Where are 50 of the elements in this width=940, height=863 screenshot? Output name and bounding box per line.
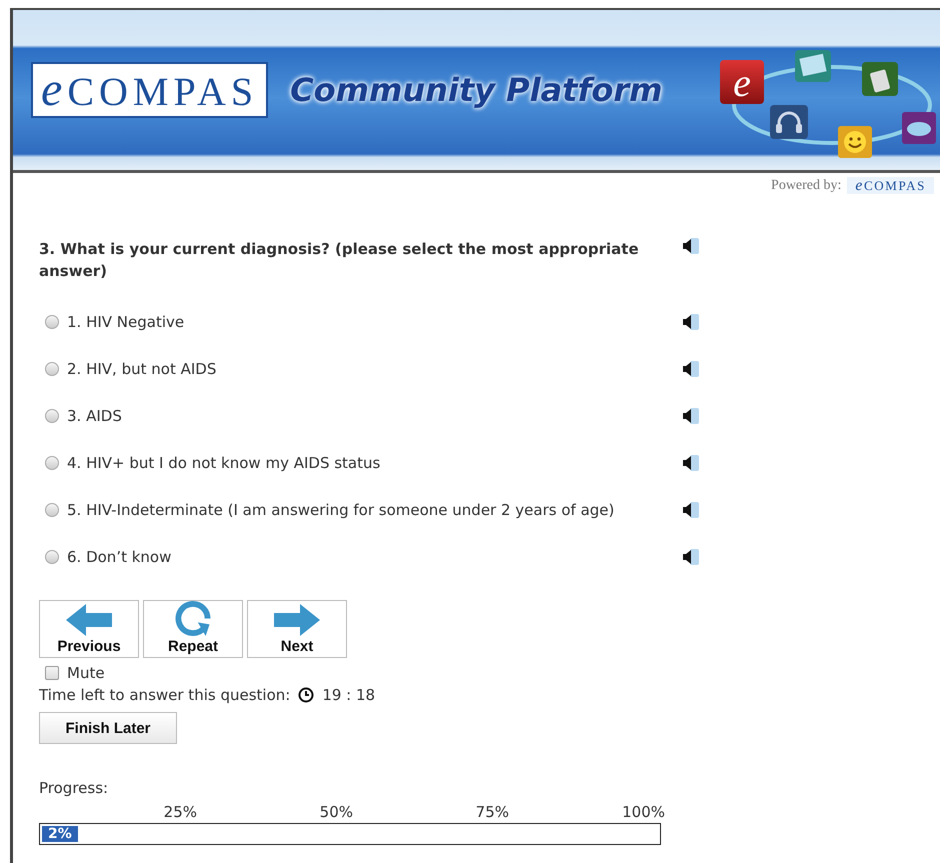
headphones-icon <box>770 105 808 139</box>
radio-button[interactable] <box>45 314 59 329</box>
left-arrow-icon <box>66 604 112 636</box>
radio-button[interactable] <box>45 502 59 517</box>
option-label: 1. HIV Negative <box>67 312 184 331</box>
option-label: 3. AIDS <box>67 406 122 425</box>
cloud-icon <box>902 112 936 144</box>
platform-title: Community Platform <box>290 71 662 109</box>
right-arrow-icon <box>274 604 320 636</box>
answer-option[interactable]: 3. AIDS <box>39 406 122 425</box>
radio-button[interactable] <box>45 550 59 564</box>
progress-label: Progress: <box>39 779 108 798</box>
speaker-icon[interactable] <box>681 454 699 471</box>
book-icon <box>862 62 898 96</box>
previous-button[interactable]: Previous <box>39 600 139 658</box>
progress-tick: 25% <box>162 803 197 822</box>
speaker-icon[interactable] <box>681 408 699 424</box>
repeat-button[interactable]: Repeat <box>143 600 243 658</box>
answer-option[interactable]: 1. HIV Negative <box>39 312 184 331</box>
speaker-icon[interactable] <box>681 238 699 254</box>
speaker-icon[interactable] <box>681 360 699 377</box>
radio-button[interactable] <box>45 408 59 423</box>
finish-later-button[interactable]: Finish Later <box>39 712 177 744</box>
app-tile: e <box>720 60 764 104</box>
map-icon <box>795 50 831 82</box>
question-text: 3. What is your current diagnosis? (please select the most appropriate answer) <box>39 239 640 282</box>
progress-fill: 2% <box>42 826 78 842</box>
checkbox[interactable] <box>45 666 59 680</box>
powered-by-logo: eCOMPAS <box>847 177 934 194</box>
radio-button[interactable] <box>45 362 59 376</box>
speaker-icon[interactable] <box>681 502 699 518</box>
progress-tick: 50% <box>318 803 353 822</box>
repeat-icon <box>174 601 212 636</box>
progress-tick: 100% <box>621 803 665 822</box>
speaker-icon[interactable] <box>681 314 699 330</box>
timer-label: Time left to answer this question: <box>39 686 290 704</box>
clock-icon <box>298 687 314 704</box>
progress-tick: 75% <box>474 803 509 822</box>
mute-label: Mute <box>67 664 105 682</box>
smiley-icon <box>838 126 872 158</box>
powered-by-label: Powered by: <box>771 178 842 194</box>
option-label: 6. Don’t know <box>67 548 172 566</box>
speaker-icon[interactable] <box>681 548 699 565</box>
answer-option[interactable]: 2. HIV, but not AIDS <box>39 360 216 378</box>
radio-button[interactable] <box>45 456 59 470</box>
timer-value: 19 : 18 <box>322 686 376 704</box>
next-button[interactable]: Next <box>247 600 347 658</box>
answer-option[interactable]: 6. Don’t know <box>39 548 172 566</box>
logo: eCOMPAS <box>31 62 268 118</box>
option-label: 2. HIV, but not AIDS <box>67 360 216 378</box>
